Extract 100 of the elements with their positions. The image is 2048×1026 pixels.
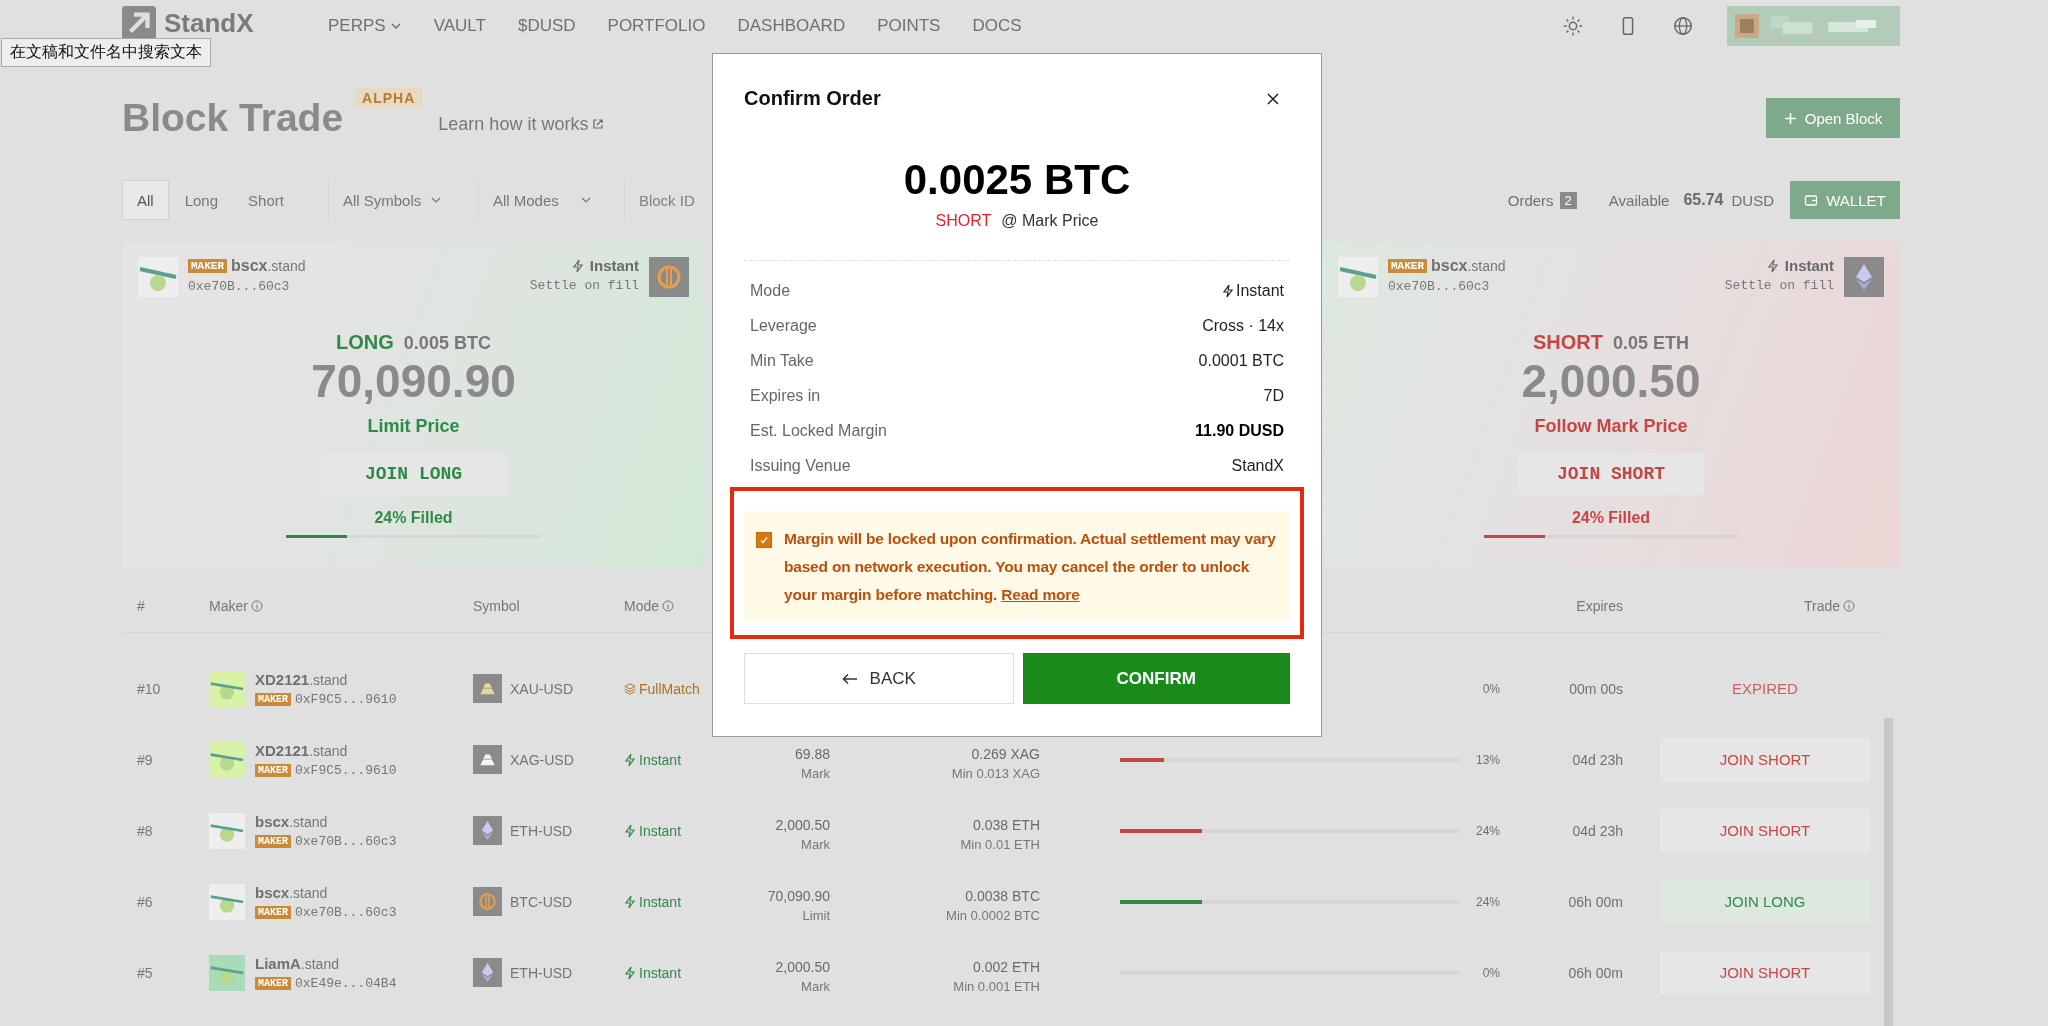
trade-button[interactable]: JOIN SHORT <box>1660 737 1870 782</box>
nav-link[interactable]: PERPS <box>328 16 402 36</box>
tooltip: 在文稿和文件名中搜索文本 <box>1 38 211 67</box>
maker-name[interactable]: XD2121.stand <box>255 741 397 759</box>
logo-text[interactable]: StandX <box>164 8 254 38</box>
expires-value: 00m 00s <box>1569 680 1623 697</box>
account-button[interactable] <box>1727 6 1900 46</box>
join-button[interactable]: JOIN SHORT <box>1518 453 1704 495</box>
mode-label: Instant <box>624 822 734 839</box>
price-note: @ Mark Price <box>1001 212 1099 230</box>
maker-name[interactable]: LiamA.stand <box>255 954 397 972</box>
fill-percent: 0% <box>1482 681 1500 696</box>
ethereum-icon <box>473 958 502 987</box>
trade-button[interactable]: JOIN SHORT <box>1660 808 1870 853</box>
lightning-icon <box>624 752 636 767</box>
info-icon[interactable] <box>662 600 675 612</box>
available-unit: DUSD <box>1731 191 1774 209</box>
maker-address: 0xe70B...60c3 <box>295 833 397 849</box>
arrow-left-icon <box>841 672 858 685</box>
mode-dropdown[interactable]: All Modes <box>477 180 598 220</box>
row-number: #5 <box>137 964 154 981</box>
settle-label: Settle on fill <box>1724 278 1834 293</box>
symbol-label: XAG-USD <box>510 751 574 768</box>
orders-count: 2 <box>1559 191 1577 209</box>
amount-value: 0.038 ETH <box>973 817 1040 833</box>
alpha-badge: ALPHA <box>355 88 423 108</box>
close-icon[interactable] <box>1266 91 1280 106</box>
maker-address: 0xF9C5...9610 <box>295 691 397 707</box>
scrollbar[interactable] <box>1884 718 1893 1026</box>
nav-link[interactable]: PORTFOLIO <box>607 16 706 36</box>
row-number: #10 <box>137 680 162 697</box>
notice-text: Margin will be locked upon confirmation. Actual settlement may vary based on network execution. You may cancel the order to unlock your margin before matching. Read more <box>784 529 1277 605</box>
min-amount: Min 0.013 XAG <box>951 766 1040 781</box>
maker-name[interactable]: bscx.stand <box>1431 257 1506 275</box>
side-label: SHORT <box>1532 331 1603 354</box>
detail-value: 0.0001 BTC <box>1198 351 1284 370</box>
open-block-button[interactable]: Open Block <box>1766 98 1900 138</box>
wallet-button[interactable]: WALLET <box>1790 181 1900 219</box>
expires-value: 06h 00m <box>1568 964 1623 981</box>
min-amount: Min 0.001 ETH <box>953 979 1040 994</box>
learn-link[interactable]: Learn how it works <box>438 113 605 135</box>
nav-link[interactable]: DASHBOARD <box>737 16 846 36</box>
symbol-label: XAU-USD <box>510 680 573 697</box>
sun-icon[interactable] <box>1562 15 1584 37</box>
external-link-icon <box>592 118 605 130</box>
maker-address: 0xF9C5...9610 <box>295 762 397 778</box>
checkmark-icon <box>758 534 770 546</box>
maker-badge: MAKER <box>255 834 291 848</box>
mode-label: Instant <box>1766 257 1834 274</box>
filled-label: 24% Filled <box>374 509 453 527</box>
trade-button[interactable]: JOIN SHORT <box>1660 950 1870 995</box>
detail-value: StandX <box>1231 456 1284 475</box>
maker-address: 0xe70B...60c3 <box>1388 279 1491 294</box>
bullion-icon <box>473 674 502 703</box>
order-price: 70,090.90 <box>311 354 516 408</box>
plus-icon <box>1783 111 1797 125</box>
info-icon[interactable] <box>250 600 263 612</box>
side-tab[interactable]: Long <box>170 180 233 220</box>
symbol-label: ETH-USD <box>510 964 573 981</box>
lightning-icon <box>624 965 636 980</box>
price-value: 69.88 <box>794 746 830 762</box>
maker-name[interactable]: XD2121.stand <box>255 670 397 688</box>
fill-percent: 24% <box>1475 894 1500 909</box>
read-more-link[interactable]: Read more <box>1001 586 1080 603</box>
lightning-icon <box>624 823 636 838</box>
price-type: Limit Price <box>367 416 460 437</box>
maker-name[interactable]: bscx.stand <box>255 883 397 901</box>
symbol-dropdown[interactable]: All Symbols <box>327 180 448 220</box>
nav-link[interactable]: VAULT <box>433 16 486 36</box>
maker-badge: MAKER <box>188 259 227 273</box>
trade-button[interactable]: JOIN LONG <box>1660 879 1870 924</box>
trade-button[interactable]: EXPIRED <box>1660 666 1870 711</box>
globe-icon[interactable] <box>1672 15 1694 37</box>
back-button[interactable]: BACK <box>744 653 1014 704</box>
lightning-icon <box>624 894 636 909</box>
min-amount: Min 0.01 ETH <box>960 837 1040 852</box>
layers-icon <box>624 681 636 696</box>
side-tab[interactable]: All <box>122 180 169 220</box>
detail-value: 11.90 DUSD <box>1195 421 1284 440</box>
join-button[interactable]: JOIN LONG <box>320 453 507 495</box>
lightning-icon <box>571 258 584 273</box>
maker-name[interactable]: bscx.stand <box>231 257 306 275</box>
confirm-button[interactable]: CONFIRM <box>1022 653 1290 704</box>
nav-link[interactable]: POINTS <box>877 16 941 36</box>
symbol-label: BTC-USD <box>510 893 573 910</box>
maker-name[interactable]: bscx.stand <box>255 812 397 830</box>
available-label: Available <box>1608 191 1670 209</box>
dialog-title: Confirm Order <box>744 87 881 110</box>
ethereum-icon <box>1844 257 1884 297</box>
column-header: Expires <box>1576 598 1623 614</box>
maker-badge: MAKER <box>255 763 291 777</box>
column-header: Symbol <box>473 598 521 614</box>
nav-link[interactable]: $DUSD <box>517 16 576 36</box>
price-type: Mark <box>801 979 830 994</box>
price-value: 2,000.50 <box>775 817 830 833</box>
price-value: 2,000.50 <box>775 959 830 975</box>
nav-link[interactable]: DOCS <box>972 16 1022 36</box>
confirm-checkbox[interactable] <box>756 532 772 548</box>
info-icon[interactable] <box>1843 600 1855 612</box>
side-tab[interactable]: Short <box>234 180 298 220</box>
